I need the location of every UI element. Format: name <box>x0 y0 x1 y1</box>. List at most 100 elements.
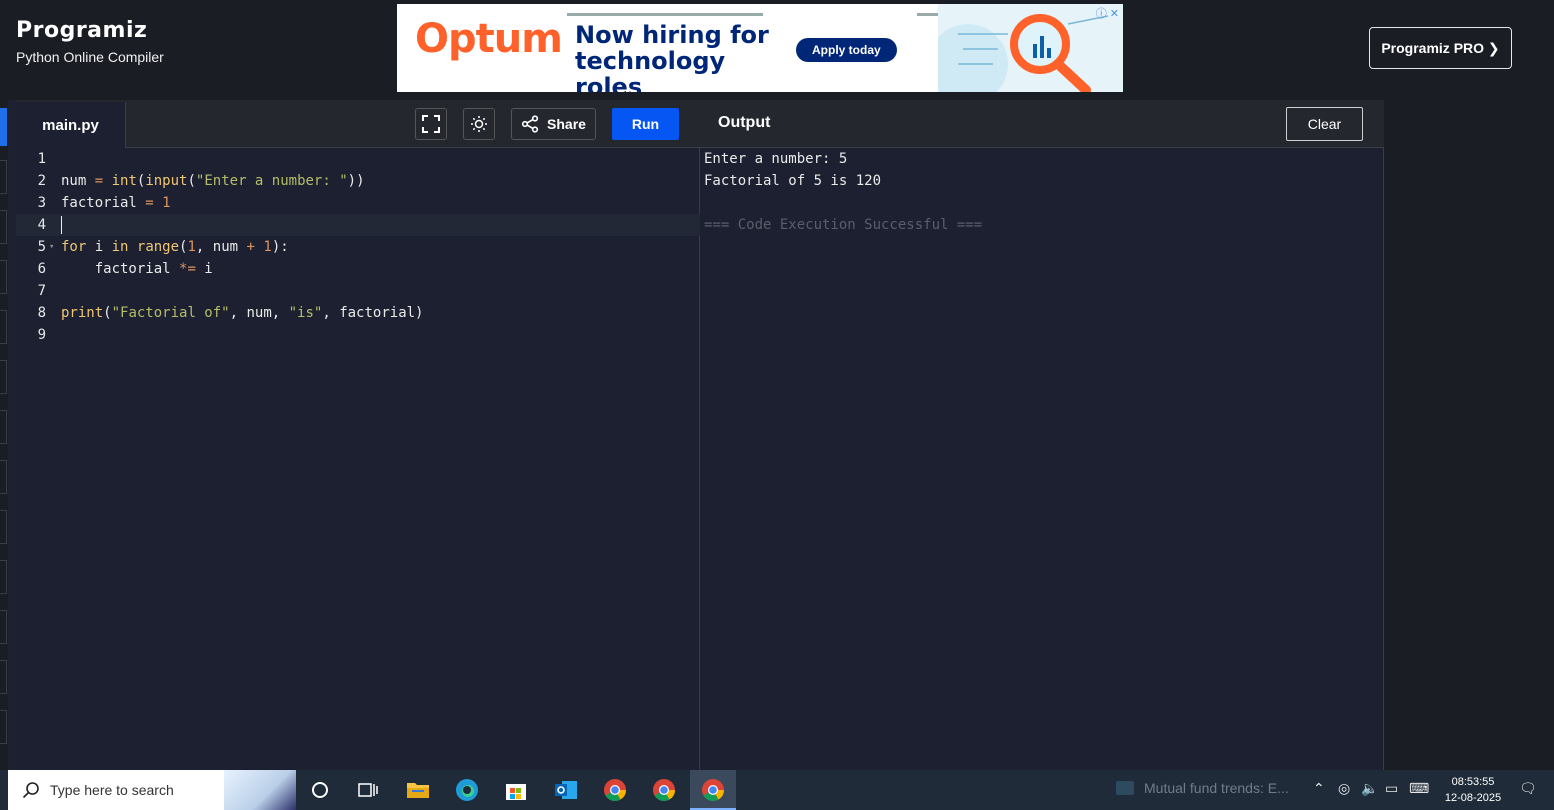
keyboard-icon[interactable]: ⌨ <box>1409 780 1429 797</box>
top-bar: Programiz Python Online Compiler Optum N… <box>0 0 1554 100</box>
text-cursor <box>61 216 62 234</box>
store-icon <box>506 784 526 800</box>
sidebar-item[interactable] <box>0 360 7 394</box>
tab-main-py[interactable]: main.py <box>16 102 126 148</box>
code-text: print("Factorial of", num, "is", factori… <box>61 305 424 321</box>
cortana-button[interactable] <box>306 776 334 804</box>
sidebar-item[interactable] <box>0 610 7 644</box>
sidebar-item[interactable] <box>0 710 7 744</box>
programiz-pro-button[interactable]: Programiz PRO ❯ <box>1369 27 1512 69</box>
code-line[interactable]: 9 <box>16 324 700 346</box>
sidebar-item[interactable] <box>0 460 7 494</box>
code-text: factorial = 1 <box>61 195 171 211</box>
output-toolbar: Output Clear <box>700 100 1384 148</box>
output-console[interactable]: Enter a number: 5 Factorial of 5 is 120 … <box>704 148 982 236</box>
clear-button[interactable]: Clear <box>1286 107 1363 141</box>
fold-arrow-icon[interactable]: ▾ <box>49 236 54 258</box>
line-number: 4 <box>37 217 46 233</box>
file-explorer-button[interactable] <box>404 776 432 804</box>
code-line-active[interactable]: 4 <box>16 214 700 236</box>
system-clock[interactable]: 08:53:55 12-08-2025 <box>1440 774 1506 806</box>
code-line[interactable]: 5 ▾ for i in range(1, num + 1): <box>16 236 700 258</box>
share-label: Share <box>547 116 586 132</box>
task-view-button[interactable] <box>354 776 382 804</box>
ad-decor-line <box>567 13 763 16</box>
search-highlight-image[interactable] <box>224 770 296 810</box>
clock-time: 08:53:55 <box>1451 776 1495 788</box>
notification-center-icon[interactable]: 🗨 <box>1519 780 1537 797</box>
code-line[interactable]: 6 factorial *= i <box>16 258 700 280</box>
programiz-logo[interactable]: Programiz <box>16 18 164 43</box>
page-subtitle: Python Online Compiler <box>16 49 164 65</box>
share-button[interactable]: Share <box>511 108 596 140</box>
code-line[interactable]: 2 num = int(input("Enter a number: ")) <box>16 170 700 192</box>
folder-icon <box>407 783 429 798</box>
network-icon[interactable]: ▭ <box>1385 780 1398 797</box>
line-number: 6 <box>37 261 46 277</box>
code-line[interactable]: 3 factorial = 1 <box>16 192 700 214</box>
run-button[interactable]: Run <box>612 108 679 140</box>
output-line: Enter a number: 5 <box>704 151 848 167</box>
sidebar-item[interactable] <box>0 510 7 544</box>
edge-button[interactable] <box>453 776 481 804</box>
edge-icon <box>456 779 478 801</box>
code-line[interactable]: 8 print("Factorial of", num, "is", facto… <box>16 302 700 324</box>
line-number: 5 <box>37 239 46 255</box>
line-number: 1 <box>37 151 46 167</box>
line-number: 9 <box>37 327 46 343</box>
chrome-icon <box>604 779 626 801</box>
search-icon <box>22 782 39 799</box>
ad-apply-button[interactable]: Apply today <box>796 38 897 62</box>
ad-brand-logo: Optum <box>415 16 563 62</box>
output-title: Output <box>718 114 771 131</box>
theme-toggle-button[interactable] <box>463 108 495 140</box>
chrome-icon <box>702 779 724 801</box>
right-ad-space <box>1384 100 1554 770</box>
fullscreen-button[interactable] <box>415 108 447 140</box>
fullscreen-icon <box>422 115 440 133</box>
code-line[interactable]: 1 <box>16 148 700 170</box>
line-number: 3 <box>37 195 46 211</box>
advertisement-banner[interactable]: Optum Now hiring for technology roles Ap… <box>397 4 1123 92</box>
speaker-muted-icon[interactable]: 🔈 <box>1361 780 1378 797</box>
code-text: num = int(input("Enter a number: ")) <box>61 173 365 189</box>
task-view-icon <box>358 783 378 797</box>
ad-info-icon[interactable]: ⓘ ✕ <box>1096 5 1119 21</box>
ad-headline: Now hiring for technology roles <box>575 21 769 92</box>
news-text: Mutual fund trends: E... <box>1144 780 1289 796</box>
sidebar-item[interactable] <box>0 410 7 444</box>
left-sidebar <box>0 100 8 770</box>
sidebar-item[interactable] <box>0 660 7 694</box>
sidebar-item[interactable] <box>0 310 7 344</box>
line-number: 8 <box>37 305 46 321</box>
line-number: 2 <box>37 173 46 189</box>
show-hidden-icons-chevron-up-icon[interactable]: ⌃ <box>1313 780 1325 797</box>
sidebar-item[interactable] <box>0 160 7 194</box>
chrome-active-window-button[interactable] <box>690 770 736 810</box>
news-widget[interactable]: Mutual fund trends: E... <box>1116 780 1289 796</box>
code-area[interactable]: 1 2 num = int(input("Enter a number: "))… <box>16 148 700 346</box>
chrome-profile-button[interactable] <box>650 776 678 804</box>
chrome-active-icon-wrap <box>699 776 727 804</box>
brand[interactable]: Programiz Python Online Compiler <box>16 18 164 65</box>
windows-taskbar: Type here to search Mutual fund trends: … <box>0 770 1554 810</box>
outlook-button[interactable] <box>552 776 580 804</box>
line-number: 7 <box>37 283 46 299</box>
search-placeholder: Type here to search <box>50 782 174 798</box>
store-button[interactable] <box>502 776 530 804</box>
sidebar-item[interactable] <box>0 210 7 244</box>
sidebar-item[interactable] <box>0 260 7 294</box>
chrome-button[interactable] <box>601 776 629 804</box>
code-line[interactable]: 7 <box>16 280 700 302</box>
execution-status: === Code Execution Successful === <box>704 217 983 233</box>
sidebar-item[interactable] <box>0 560 7 594</box>
share-icon <box>521 115 539 133</box>
news-icon <box>1116 781 1134 795</box>
taskbar-search-box[interactable]: Type here to search <box>8 770 296 810</box>
editor-toolbar: main.py Share Run <box>16 100 700 148</box>
sidebar-item-python[interactable] <box>0 108 7 146</box>
meet-now-icon[interactable]: ◎ <box>1338 780 1350 797</box>
cortana-icon <box>312 782 328 798</box>
chrome-icon <box>653 779 675 801</box>
